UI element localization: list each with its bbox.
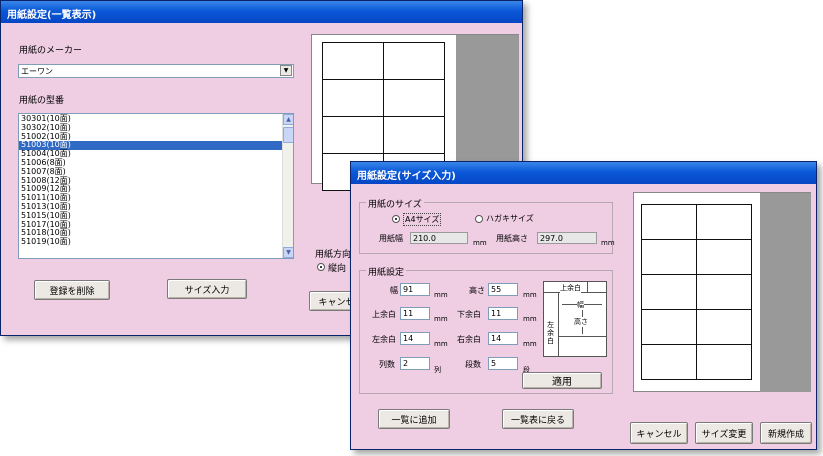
height-input[interactable]: 55 xyxy=(488,283,518,296)
model-label: 用紙の型番 xyxy=(19,96,65,106)
height-label: 高さ xyxy=(469,286,485,295)
width-unit: mm xyxy=(434,291,448,299)
chevron-down-icon[interactable]: ▼ xyxy=(280,65,292,76)
paper-size-group: 用紙のサイズ A4サイズ ハガキサイズ 用紙幅 210.0 mm 用紙高さ 29… xyxy=(359,197,615,254)
columns-unit: 列 xyxy=(434,366,441,374)
title-bar[interactable]: 用紙設定(一覧表示) xyxy=(1,1,522,23)
paper-height-label: 用紙高さ xyxy=(496,234,528,243)
apply-button[interactable]: 適用 xyxy=(522,372,602,389)
paper-height-unit: mm xyxy=(601,239,615,247)
group-title: 用紙のサイズ xyxy=(366,197,424,210)
maker-select-value: エーワン xyxy=(21,67,53,76)
bottom-margin-unit: mm xyxy=(523,315,537,323)
new-button[interactable]: 新規作成 xyxy=(760,422,812,444)
label-cell xyxy=(322,42,384,80)
width-input[interactable]: 91 xyxy=(400,283,430,296)
label-cell xyxy=(322,79,384,117)
label-cell xyxy=(696,274,752,310)
label-cell xyxy=(641,309,697,345)
left-margin-unit: mm xyxy=(434,340,448,348)
a4-radio-label: A4サイズ xyxy=(403,213,442,226)
scroll-thumb[interactable] xyxy=(283,127,293,143)
rows-label: 段数 xyxy=(465,360,481,369)
right-margin-label: 右余白 xyxy=(457,335,481,344)
height-unit: mm xyxy=(523,291,537,299)
label-cell xyxy=(696,309,752,345)
label-cell xyxy=(322,116,384,154)
margin-diagram: 上余白 幅 高さ 左 余 白 xyxy=(543,281,607,357)
preview-margin xyxy=(760,193,811,392)
top-margin-label: 上余白 xyxy=(372,310,396,319)
right-margin-unit: mm xyxy=(523,340,537,348)
hagaki-radio[interactable] xyxy=(475,215,483,223)
orientation-value: 縦向 xyxy=(328,264,347,274)
width-label: 幅 xyxy=(390,286,398,295)
orientation-portrait-radio[interactable] xyxy=(317,263,325,271)
columns-input[interactable]: 2 xyxy=(400,357,430,370)
hagaki-radio-label: ハガキサイズ xyxy=(486,214,534,223)
delete-entry-button[interactable]: 登録を削除 xyxy=(34,280,110,300)
left-margin-input[interactable]: 14 xyxy=(400,332,430,345)
paper-width-field: 210.0 xyxy=(410,232,468,244)
window-title: 用紙設定(サイズ入力) xyxy=(357,171,456,182)
label-cell xyxy=(696,204,752,240)
bottom-margin-input[interactable]: 11 xyxy=(488,307,518,320)
label-cell xyxy=(383,116,445,154)
diagram-top-margin: 上余白 xyxy=(560,283,581,293)
list-item[interactable]: 51019(10面) xyxy=(19,237,293,247)
title-bar[interactable]: 用紙設定(サイズ入力) xyxy=(351,162,816,184)
paper-width-label: 用紙幅 xyxy=(379,234,403,243)
size-cancel-button[interactable]: キャンセル xyxy=(630,422,688,444)
bottom-margin-label: 下余白 xyxy=(457,310,481,319)
right-margin-input[interactable]: 14 xyxy=(488,332,518,345)
label-cell xyxy=(696,344,752,380)
paper-width-unit: mm xyxy=(473,239,487,247)
chevron-up-icon[interactable]: ▲ xyxy=(283,114,293,125)
left-margin-label: 左余白 xyxy=(372,335,396,344)
label-cell xyxy=(641,274,697,310)
change-size-button[interactable]: サイズ変更 xyxy=(695,422,753,444)
a4-radio[interactable] xyxy=(392,215,400,223)
window-title: 用紙設定(一覧表示) xyxy=(7,10,97,21)
orientation-label: 用紙方向 xyxy=(315,250,352,260)
label-cell xyxy=(641,344,697,380)
diagram-height: 高さ xyxy=(574,317,588,327)
diagram-width: 幅 xyxy=(577,300,584,310)
label-settings-group: 用紙設定 幅 91 mm 高さ 55 mm 上余白 11 mm 下余白 11 m… xyxy=(359,265,613,394)
maker-label: 用紙のメーカー xyxy=(19,46,83,56)
dialog-body: 用紙のサイズ A4サイズ ハガキサイズ 用紙幅 210.0 mm 用紙高さ 29… xyxy=(351,184,816,449)
label-cell xyxy=(383,79,445,117)
label-cell xyxy=(641,204,697,240)
diagram-left-3: 白 xyxy=(547,336,554,346)
columns-label: 列数 xyxy=(379,360,395,369)
size-input-window: 用紙設定(サイズ入力) 用紙のサイズ A4サイズ ハガキサイズ 用紙幅 210.… xyxy=(350,161,817,450)
paper-height-field: 297.0 xyxy=(537,232,597,244)
back-to-list-button[interactable]: 一覧表に戻る xyxy=(502,409,574,429)
group-title: 用紙設定 xyxy=(366,265,407,278)
maker-select[interactable]: エーワン ▼ xyxy=(18,64,294,78)
label-cell xyxy=(641,239,697,275)
add-to-list-button[interactable]: 一覧に追加 xyxy=(378,409,450,429)
chevron-down-icon[interactable]: ▼ xyxy=(283,247,293,258)
top-margin-input[interactable]: 11 xyxy=(400,307,430,320)
label-cell xyxy=(383,42,445,80)
model-list[interactable]: 30301(10面) 30302(10面) 51002(10面) 51003(10面)… xyxy=(18,113,294,259)
label-cell xyxy=(696,239,752,275)
rows-input[interactable]: 5 xyxy=(488,357,518,370)
model-list-scrollbar[interactable]: ▲ ▼ xyxy=(282,114,293,258)
size-input-button[interactable]: サイズ入力 xyxy=(167,279,247,299)
layout-preview xyxy=(633,192,811,392)
top-margin-unit: mm xyxy=(434,315,448,323)
